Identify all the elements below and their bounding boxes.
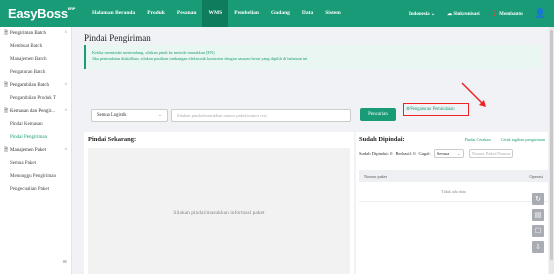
scanned-header: Sudah Dipindai: Pindai Cetakan Cetak tag… (356, 132, 548, 147)
chevron-up-icon: ^ (64, 148, 67, 153)
scanned-count: Sudah Dipindai: 0 (359, 151, 393, 156)
nav-products[interactable]: Produk (141, 0, 171, 27)
sidebar-item-create-batch[interactable]: Membuat Batch (0, 40, 71, 53)
package-search-input[interactable]: Silakan pindai/masukkan nomor paket/nomo… (171, 109, 351, 122)
help-button[interactable]: ❓ Membantu (492, 11, 523, 17)
sidebar-item-batch-management[interactable]: Manajemen Batch (0, 53, 71, 66)
print-invoice-link[interactable]: Cetak tagihan pengiriman (501, 137, 545, 142)
scanned-title: Sudah Dipindai: (359, 136, 405, 143)
nav-home[interactable]: Halaman Beranda (86, 0, 141, 27)
app-logo[interactable]: EasyBossERP (0, 6, 80, 21)
column-operation: Operasi (529, 173, 543, 179)
logistics-select[interactable]: Semua Logistik ⌄ (91, 109, 168, 122)
scanned-search-input[interactable]: Nomor Paket/Nomor Resi (468, 149, 513, 158)
chevron-up-icon: ^ (64, 83, 67, 88)
notice-line-2: Jika pemindaian diaktifkan, silakan past… (92, 56, 308, 61)
sidebar-item-package-exceptions[interactable]: Pengecualian Paket (0, 183, 71, 196)
annotation-arrow-icon (461, 82, 486, 107)
help-icon: ❓ (491, 11, 498, 17)
info-notice: Ketika memindai memindung, silakan pindi… (84, 45, 541, 69)
cloud-icon: ☁ (447, 11, 453, 17)
chevron-down-icon: ⌄ (158, 113, 162, 118)
sidebar-group-batch-shipping[interactable]: 🗎 Pengiriman Batch ^ (0, 27, 71, 40)
sidebar: 🗎 Pengiriman Batch ^ Membuat Batch Manajem… (0, 27, 72, 274)
scanned-panel: Sudah Dipindai: Pindai Cetakan Cetak tag… (356, 132, 548, 274)
scan-area: Silakan pindai/masukkan informasi paket (88, 148, 350, 274)
top-nav-bar: EasyBossERP Halaman Beranda Produk Pesan… (0, 0, 554, 27)
chevron-up-icon: ^ (64, 109, 67, 114)
search-button[interactable]: Pencarian (360, 108, 396, 121)
nav-warehouse[interactable]: Gudang (265, 0, 296, 27)
settings-icon[interactable]: ☐ (532, 225, 544, 237)
sidebar-item-scan-shipping[interactable]: Pindai Pengiriman (0, 131, 71, 144)
language-selector[interactable]: Indonesia ⌄ (409, 11, 435, 17)
top-right-actions: Indonesia ⌄ ☁ Sinkronisasi ❓ Membantu 👤 (409, 0, 546, 27)
document-icon: 🗎 (4, 30, 9, 36)
table-empty-state: Tidak ada data (359, 182, 548, 202)
sidebar-item-awaiting-shipment[interactable]: Menunggu Pengiriman (0, 170, 71, 183)
fail-label: Gagal: (418, 151, 431, 156)
scan-print-link[interactable]: Pindai Cetakan (464, 137, 490, 142)
column-package-number: Nomor paket (364, 173, 388, 179)
nav-data[interactable]: Data (296, 0, 319, 27)
status-filter-select[interactable]: Semua ⌄ (433, 149, 464, 158)
main-nav: Halaman Beranda Produk Pesanan WMS Pembe… (86, 0, 347, 27)
user-avatar-icon[interactable]: 👤 (535, 8, 546, 19)
page-scrollbar[interactable] (549, 27, 554, 274)
sidebar-item-scan-packing[interactable]: Pindai Kemasan (0, 118, 71, 131)
scan-stats: Sudah Dipindai: 0 Berhasil: 0 Gagal: Sem… (356, 147, 548, 160)
nav-wms[interactable]: WMS (202, 0, 229, 27)
main-content: Pindai Pengiriman Ketika memindai memind… (80, 27, 548, 274)
sync-button[interactable]: ☁ Sinkronisasi (447, 11, 480, 17)
form-icon[interactable]: ▤ (532, 209, 544, 221)
scan-now-title: Pindai Sekarang: (88, 136, 137, 143)
sidebar-group-batch-picking[interactable]: 🗎 Pengambilan Batch ^ (0, 79, 71, 92)
scanned-table: Nomor paket Operasi Tidak ada data (359, 170, 548, 202)
chevron-up-icon: ^ (64, 31, 67, 36)
sidebar-item-product-picking[interactable]: Pengambilan Produk T (0, 92, 71, 105)
nav-orders[interactable]: Pesanan (171, 0, 203, 27)
nav-purchase[interactable]: Pembelian (228, 0, 265, 27)
nav-system[interactable]: Sistem (319, 0, 347, 27)
export-icon[interactable]: ⇩ (532, 241, 544, 253)
sidebar-group-package-management[interactable]: 🗎 Manajemen Paket ^ (0, 144, 71, 157)
document-icon: 🗎 (4, 82, 9, 88)
scan-placeholder-message: Silakan pindai/masukkan informasi paket (173, 210, 265, 216)
chevron-down-icon: ⌄ (430, 11, 436, 17)
refresh-icon[interactable]: ↻ (532, 193, 544, 205)
floating-toolbar: ↻ ▤ ☐ ⇩ (532, 193, 544, 257)
table-header: Nomor paket Operasi (359, 170, 548, 182)
scrollbar-thumb[interactable] (550, 30, 553, 260)
chevron-down-icon: ⌄ (456, 151, 461, 156)
page-title: Pindai Pengiriman (84, 33, 151, 43)
sidebar-item-all-packages[interactable]: Semua Paket (0, 157, 71, 170)
sidebar-group-packing[interactable]: 🗎 Kemasan dan Pengir... ^ (0, 105, 71, 118)
scan-now-panel: Pindai Sekarang: Silakan pindai/masukkan… (84, 132, 354, 274)
document-icon: 🗎 (4, 147, 9, 153)
document-icon: 🗎 (4, 108, 9, 114)
sidebar-item-batch-settings[interactable]: Pengaturan Batch (0, 66, 71, 79)
success-count: Berhasil: 0 (395, 151, 416, 156)
menu-collapse-icon[interactable]: ≡ (62, 257, 67, 266)
